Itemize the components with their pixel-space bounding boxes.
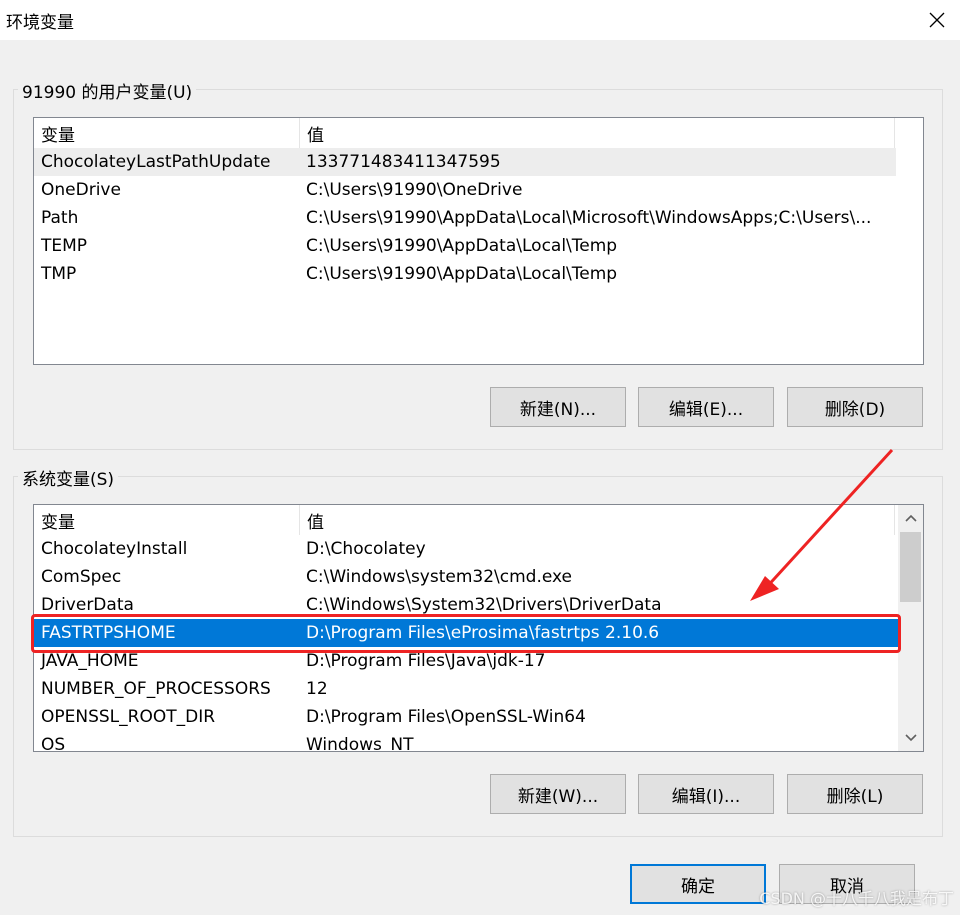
table-row[interactable]: Path C:\Users\91990\AppData\Local\Microso…	[34, 204, 896, 232]
variable-name-cell: TMP	[41, 264, 77, 284]
variable-value-cell: D:\Program Files\Java\jdk-17	[306, 651, 546, 671]
table-row[interactable]: ChocolateyLastPathUpdate 1337714834113475…	[34, 148, 896, 176]
variable-value-cell: D:\Program Files\OpenSSL-Win64	[306, 707, 586, 727]
variable-name-cell: OneDrive	[41, 180, 121, 200]
variable-value-cell: D:\Program Files\eProsima\fastrtps 2.10.…	[306, 623, 660, 643]
close-icon	[929, 12, 945, 28]
column-header-value[interactable]: 值	[300, 505, 895, 535]
system-new-button[interactable]: 新建(W)...	[490, 774, 626, 814]
variable-name-cell: TEMP	[41, 236, 88, 256]
variable-name-cell: NUMBER_OF_PROCESSORS	[41, 679, 271, 699]
variable-name-cell: ChocolateyInstall	[41, 539, 188, 559]
variable-value-cell: Windows_NT	[306, 735, 414, 752]
list-header: 变量 值	[34, 505, 895, 535]
watermark: CSDN @十八千八我是布丁	[759, 889, 954, 908]
table-row[interactable]: ChocolateyInstall D:\Chocolatey	[34, 535, 898, 563]
variable-name-cell: JAVA_HOME	[41, 651, 139, 671]
close-button[interactable]	[914, 0, 960, 40]
system-delete-button[interactable]: 删除(L)	[787, 774, 923, 814]
system-variables-list[interactable]: 变量 值 ChocolateyInstall D:\Chocolatey ComSp…	[33, 504, 924, 752]
chevron-up-icon	[904, 514, 917, 522]
user-variables-list[interactable]: 变量 值 ChocolateyLastPathUpdate 13377148341…	[33, 117, 924, 365]
ok-button[interactable]: 确定	[630, 864, 766, 904]
system-edit-button[interactable]: 编辑(I)...	[638, 774, 774, 814]
table-row[interactable]: NUMBER_OF_PROCESSORS 12	[34, 675, 898, 703]
vertical-scrollbar[interactable]	[898, 505, 923, 751]
variable-name-cell: Path	[41, 208, 79, 228]
variable-value-cell: 12	[306, 679, 328, 699]
table-row[interactable]: TEMP C:\Users\91990\AppData\Local\Temp	[34, 232, 896, 260]
user-edit-button[interactable]: 编辑(E)...	[638, 387, 774, 427]
variable-name-cell: DriverData	[41, 595, 134, 615]
table-row[interactable]: OneDrive C:\Users\91990\OneDrive	[34, 176, 896, 204]
variable-name-cell: OS	[41, 735, 66, 752]
list-header: 变量 值	[34, 118, 895, 148]
variable-name-cell: ChocolateyLastPathUpdate	[41, 152, 271, 172]
table-row[interactable]: FASTRTPSHOME D:\Program Files\eProsima\fa…	[34, 619, 898, 647]
user-new-button[interactable]: 新建(N)...	[490, 387, 626, 427]
variable-value-cell: D:\Chocolatey	[306, 539, 426, 559]
column-header-value[interactable]: 值	[300, 118, 895, 148]
table-row[interactable]: OPENSSL_ROOT_DIR D:\Program Files\OpenSSL…	[34, 703, 898, 731]
variable-value-cell: C:\Users\91990\AppData\Local\Microsoft\W…	[306, 208, 872, 228]
chevron-down-icon	[904, 734, 917, 742]
variable-value-cell: C:\Windows\system32\cmd.exe	[306, 567, 573, 587]
system-rows: ChocolateyInstall D:\Chocolatey ComSpec C:\…	[34, 535, 898, 752]
column-header-name[interactable]: 变量	[34, 118, 300, 148]
variable-name-cell: FASTRTPSHOME	[41, 623, 176, 643]
variable-name-cell: ComSpec	[41, 567, 122, 587]
user-variables-label: 91990 的用户变量(U)	[18, 78, 197, 103]
scroll-down-button[interactable]	[898, 725, 923, 751]
user-rows: ChocolateyLastPathUpdate 1337714834113475…	[34, 148, 896, 288]
variable-value-cell: C:\Users\91990\AppData\Local\Temp	[306, 236, 618, 256]
variable-name-cell: OPENSSL_ROOT_DIR	[41, 707, 216, 727]
table-row[interactable]: DriverData C:\Windows\System32\Drivers\Dr…	[34, 591, 898, 619]
variable-value-cell: 133771483411347595	[306, 152, 501, 172]
scroll-up-button[interactable]	[898, 505, 923, 531]
user-delete-button[interactable]: 删除(D)	[787, 387, 923, 427]
table-row[interactable]: ComSpec C:\Windows\system32\cmd.exe	[34, 563, 898, 591]
table-row[interactable]: JAVA_HOME D:\Program Files\Java\jdk-17	[34, 647, 898, 675]
title-bar: 环境变量	[0, 0, 960, 40]
variable-value-cell: C:\Windows\System32\Drivers\DriverData	[306, 595, 662, 615]
scroll-thumb[interactable]	[900, 532, 921, 602]
table-row[interactable]: TMP C:\Users\91990\AppData\Local\Temp	[34, 260, 896, 288]
variable-value-cell: C:\Users\91990\OneDrive	[306, 180, 523, 200]
variable-value-cell: C:\Users\91990\AppData\Local\Temp	[306, 264, 618, 284]
window-title: 环境变量	[6, 13, 74, 33]
column-header-name[interactable]: 变量	[34, 505, 300, 535]
system-variables-label: 系统变量(S)	[18, 465, 119, 490]
table-row[interactable]: OS Windows_NT	[34, 731, 898, 752]
